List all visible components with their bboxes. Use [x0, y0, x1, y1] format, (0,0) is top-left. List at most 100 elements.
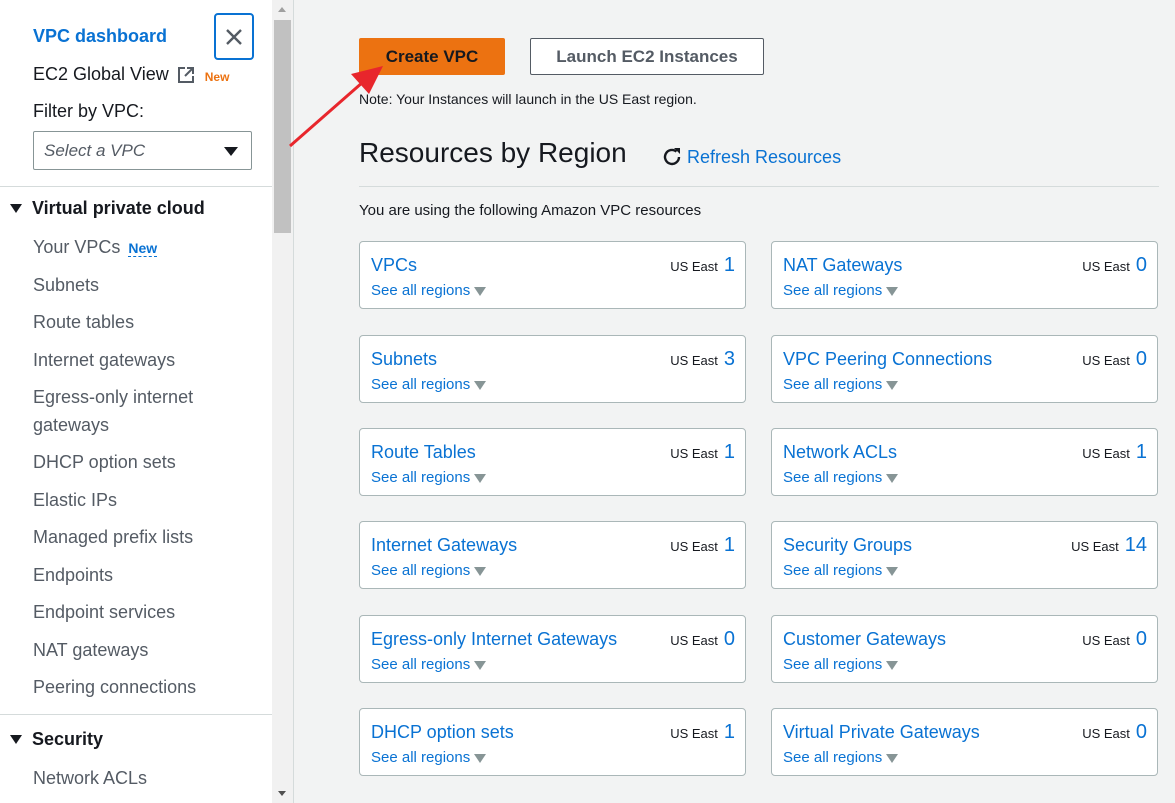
sidebar-item-route-tables[interactable]: Route tables: [33, 308, 233, 336]
refresh-resources-link[interactable]: Refresh Resources: [661, 146, 841, 168]
resource-name-link[interactable]: Virtual Private Gateways: [783, 722, 980, 743]
resource-card-subnets: Subnets See all regions US East 3: [359, 335, 746, 403]
region-label: US East: [670, 726, 718, 741]
see-all-regions-toggle[interactable]: See all regions: [783, 562, 899, 579]
region-label: US East: [1082, 259, 1130, 274]
resource-name-link[interactable]: DHCP option sets: [371, 722, 514, 743]
caret-down-icon: [474, 473, 487, 483]
resource-card-security-groups: Security Groups See all regions US East 1…: [771, 521, 1158, 589]
resource-card-dhcp-option-sets: DHCP option sets See all regions US East…: [359, 708, 746, 776]
see-all-regions-toggle[interactable]: See all regions: [371, 469, 487, 486]
region-count: US East 1: [670, 721, 735, 744]
region-label: US East: [1071, 539, 1119, 554]
new-badge: New: [128, 240, 158, 257]
resource-card-internet-gateways: Internet Gateways See all regions US Eas…: [359, 521, 746, 589]
resource-count-link[interactable]: 0: [1136, 348, 1147, 371]
resource-name-link[interactable]: Network ACLs: [783, 442, 897, 463]
see-all-regions-toggle[interactable]: See all regions: [783, 376, 899, 393]
scroll-up-icon[interactable]: [278, 7, 286, 12]
see-all-regions-toggle[interactable]: See all regions: [783, 469, 899, 486]
ec2-global-view-link[interactable]: EC2 Global View New: [33, 64, 229, 85]
sidebar-item-managed-prefix-lists[interactable]: Managed prefix lists: [33, 523, 233, 551]
resource-count-link[interactable]: 3: [724, 348, 735, 371]
sidebar-item-nat-gateways[interactable]: NAT gateways: [33, 636, 233, 664]
sidebar-item-peering-connections[interactable]: Peering connections: [33, 673, 233, 701]
region-count: US East 0: [1082, 628, 1147, 651]
resource-name-link[interactable]: VPC Peering Connections: [783, 349, 992, 370]
resource-name-link[interactable]: VPCs: [371, 255, 417, 276]
resource-count-link[interactable]: 1: [724, 441, 735, 464]
sidebar-item-elastic-ips[interactable]: Elastic IPs: [33, 486, 233, 514]
resource-count-link[interactable]: 0: [1136, 721, 1147, 744]
sidebar-item-endpoints[interactable]: Endpoints: [33, 561, 233, 589]
see-all-regions-toggle[interactable]: See all regions: [783, 656, 899, 673]
region-count: US East 1: [670, 441, 735, 464]
region-count: US East 1: [670, 534, 735, 557]
resource-count-link[interactable]: 0: [1136, 254, 1147, 277]
resource-name-link[interactable]: Security Groups: [783, 535, 912, 556]
sidebar-item-endpoint-services[interactable]: Endpoint services: [33, 598, 233, 626]
see-all-regions-label: See all regions: [371, 656, 471, 673]
see-all-regions-toggle[interactable]: See all regions: [371, 376, 487, 393]
caret-down-icon: [886, 753, 899, 763]
resource-count-link[interactable]: 1: [1136, 441, 1147, 464]
resource-card-customer-gateways: Customer Gateways See all regions US Eas…: [771, 615, 1158, 683]
see-all-regions-label: See all regions: [783, 749, 883, 766]
sidebar-item-dhcp-option-sets[interactable]: DHCP option sets: [33, 448, 233, 476]
sidebar-item-network-acls[interactable]: Network ACLs: [33, 764, 233, 792]
resource-count-link[interactable]: 1: [724, 254, 735, 277]
region-label: US East: [1082, 726, 1130, 741]
divider: [359, 186, 1159, 187]
vpc-dashboard-link[interactable]: VPC dashboard: [33, 26, 167, 47]
resource-name-link[interactable]: Subnets: [371, 349, 437, 370]
caret-down-icon: [224, 147, 238, 156]
resource-count-link[interactable]: 14: [1125, 534, 1147, 557]
see-all-regions-toggle[interactable]: See all regions: [371, 749, 487, 766]
see-all-regions-toggle[interactable]: See all regions: [371, 656, 487, 673]
resource-name-link[interactable]: Route Tables: [371, 442, 476, 463]
resource-name-link[interactable]: Egress-only Internet Gateways: [371, 629, 617, 650]
see-all-regions-toggle[interactable]: See all regions: [371, 562, 487, 579]
region-count: US East 0: [1082, 254, 1147, 277]
scroll-down-icon[interactable]: [278, 791, 286, 796]
see-all-regions-toggle[interactable]: See all regions: [783, 749, 899, 766]
close-icon: [226, 28, 242, 45]
resource-card-vpcs: VPCs See all regions US East 1: [359, 241, 746, 309]
resource-count-link[interactable]: 0: [724, 628, 735, 651]
caret-down-icon: [474, 660, 487, 670]
resource-name-link[interactable]: Internet Gateways: [371, 535, 517, 556]
resource-card-nat-gateways: NAT Gateways See all regions US East 0: [771, 241, 1158, 309]
launch-ec2-instances-button[interactable]: Launch EC2 Instances: [530, 38, 764, 75]
resource-count-link[interactable]: 0: [1136, 628, 1147, 651]
resource-name-link[interactable]: NAT Gateways: [783, 255, 902, 276]
sidebar-item-egress-only-internet-gateways[interactable]: Egress-only internet gateways: [33, 383, 223, 439]
region-count: US East 0: [670, 628, 735, 651]
close-navigation-button[interactable]: [214, 13, 254, 60]
region-label: US East: [670, 446, 718, 461]
see-all-regions-label: See all regions: [371, 469, 471, 486]
see-all-regions-toggle[interactable]: See all regions: [783, 282, 899, 299]
see-all-regions-label: See all regions: [783, 469, 883, 486]
see-all-regions-label: See all regions: [783, 562, 883, 579]
caret-down-icon: [474, 286, 487, 296]
resource-name-link[interactable]: Customer Gateways: [783, 629, 946, 650]
resource-count-link[interactable]: 1: [724, 721, 735, 744]
divider: [0, 186, 272, 187]
section-toggle-security[interactable]: Security: [10, 729, 103, 750]
sidebar-item-internet-gateways[interactable]: Internet gateways: [33, 346, 233, 374]
region-count: US East 1: [1082, 441, 1147, 464]
section-title: Virtual private cloud: [32, 198, 205, 218]
region-count: US East 0: [1082, 348, 1147, 371]
vpc-filter-placeholder: Select a VPC: [44, 140, 146, 160]
region-label: US East: [1082, 353, 1130, 368]
section-toggle-virtual-private-cloud[interactable]: Virtual private cloud: [10, 198, 205, 219]
caret-down-icon: [474, 566, 487, 576]
sidebar-item-your-vpcs[interactable]: Your VPCs New: [33, 233, 233, 262]
caret-down-icon: [886, 566, 899, 576]
resource-count-link[interactable]: 1: [724, 534, 735, 557]
see-all-regions-label: See all regions: [783, 656, 883, 673]
region-count: US East 0: [1082, 721, 1147, 744]
vpc-filter-select[interactable]: Select a VPC: [33, 131, 252, 170]
sidebar-item-subnets[interactable]: Subnets: [33, 271, 233, 299]
see-all-regions-toggle[interactable]: See all regions: [371, 282, 487, 299]
